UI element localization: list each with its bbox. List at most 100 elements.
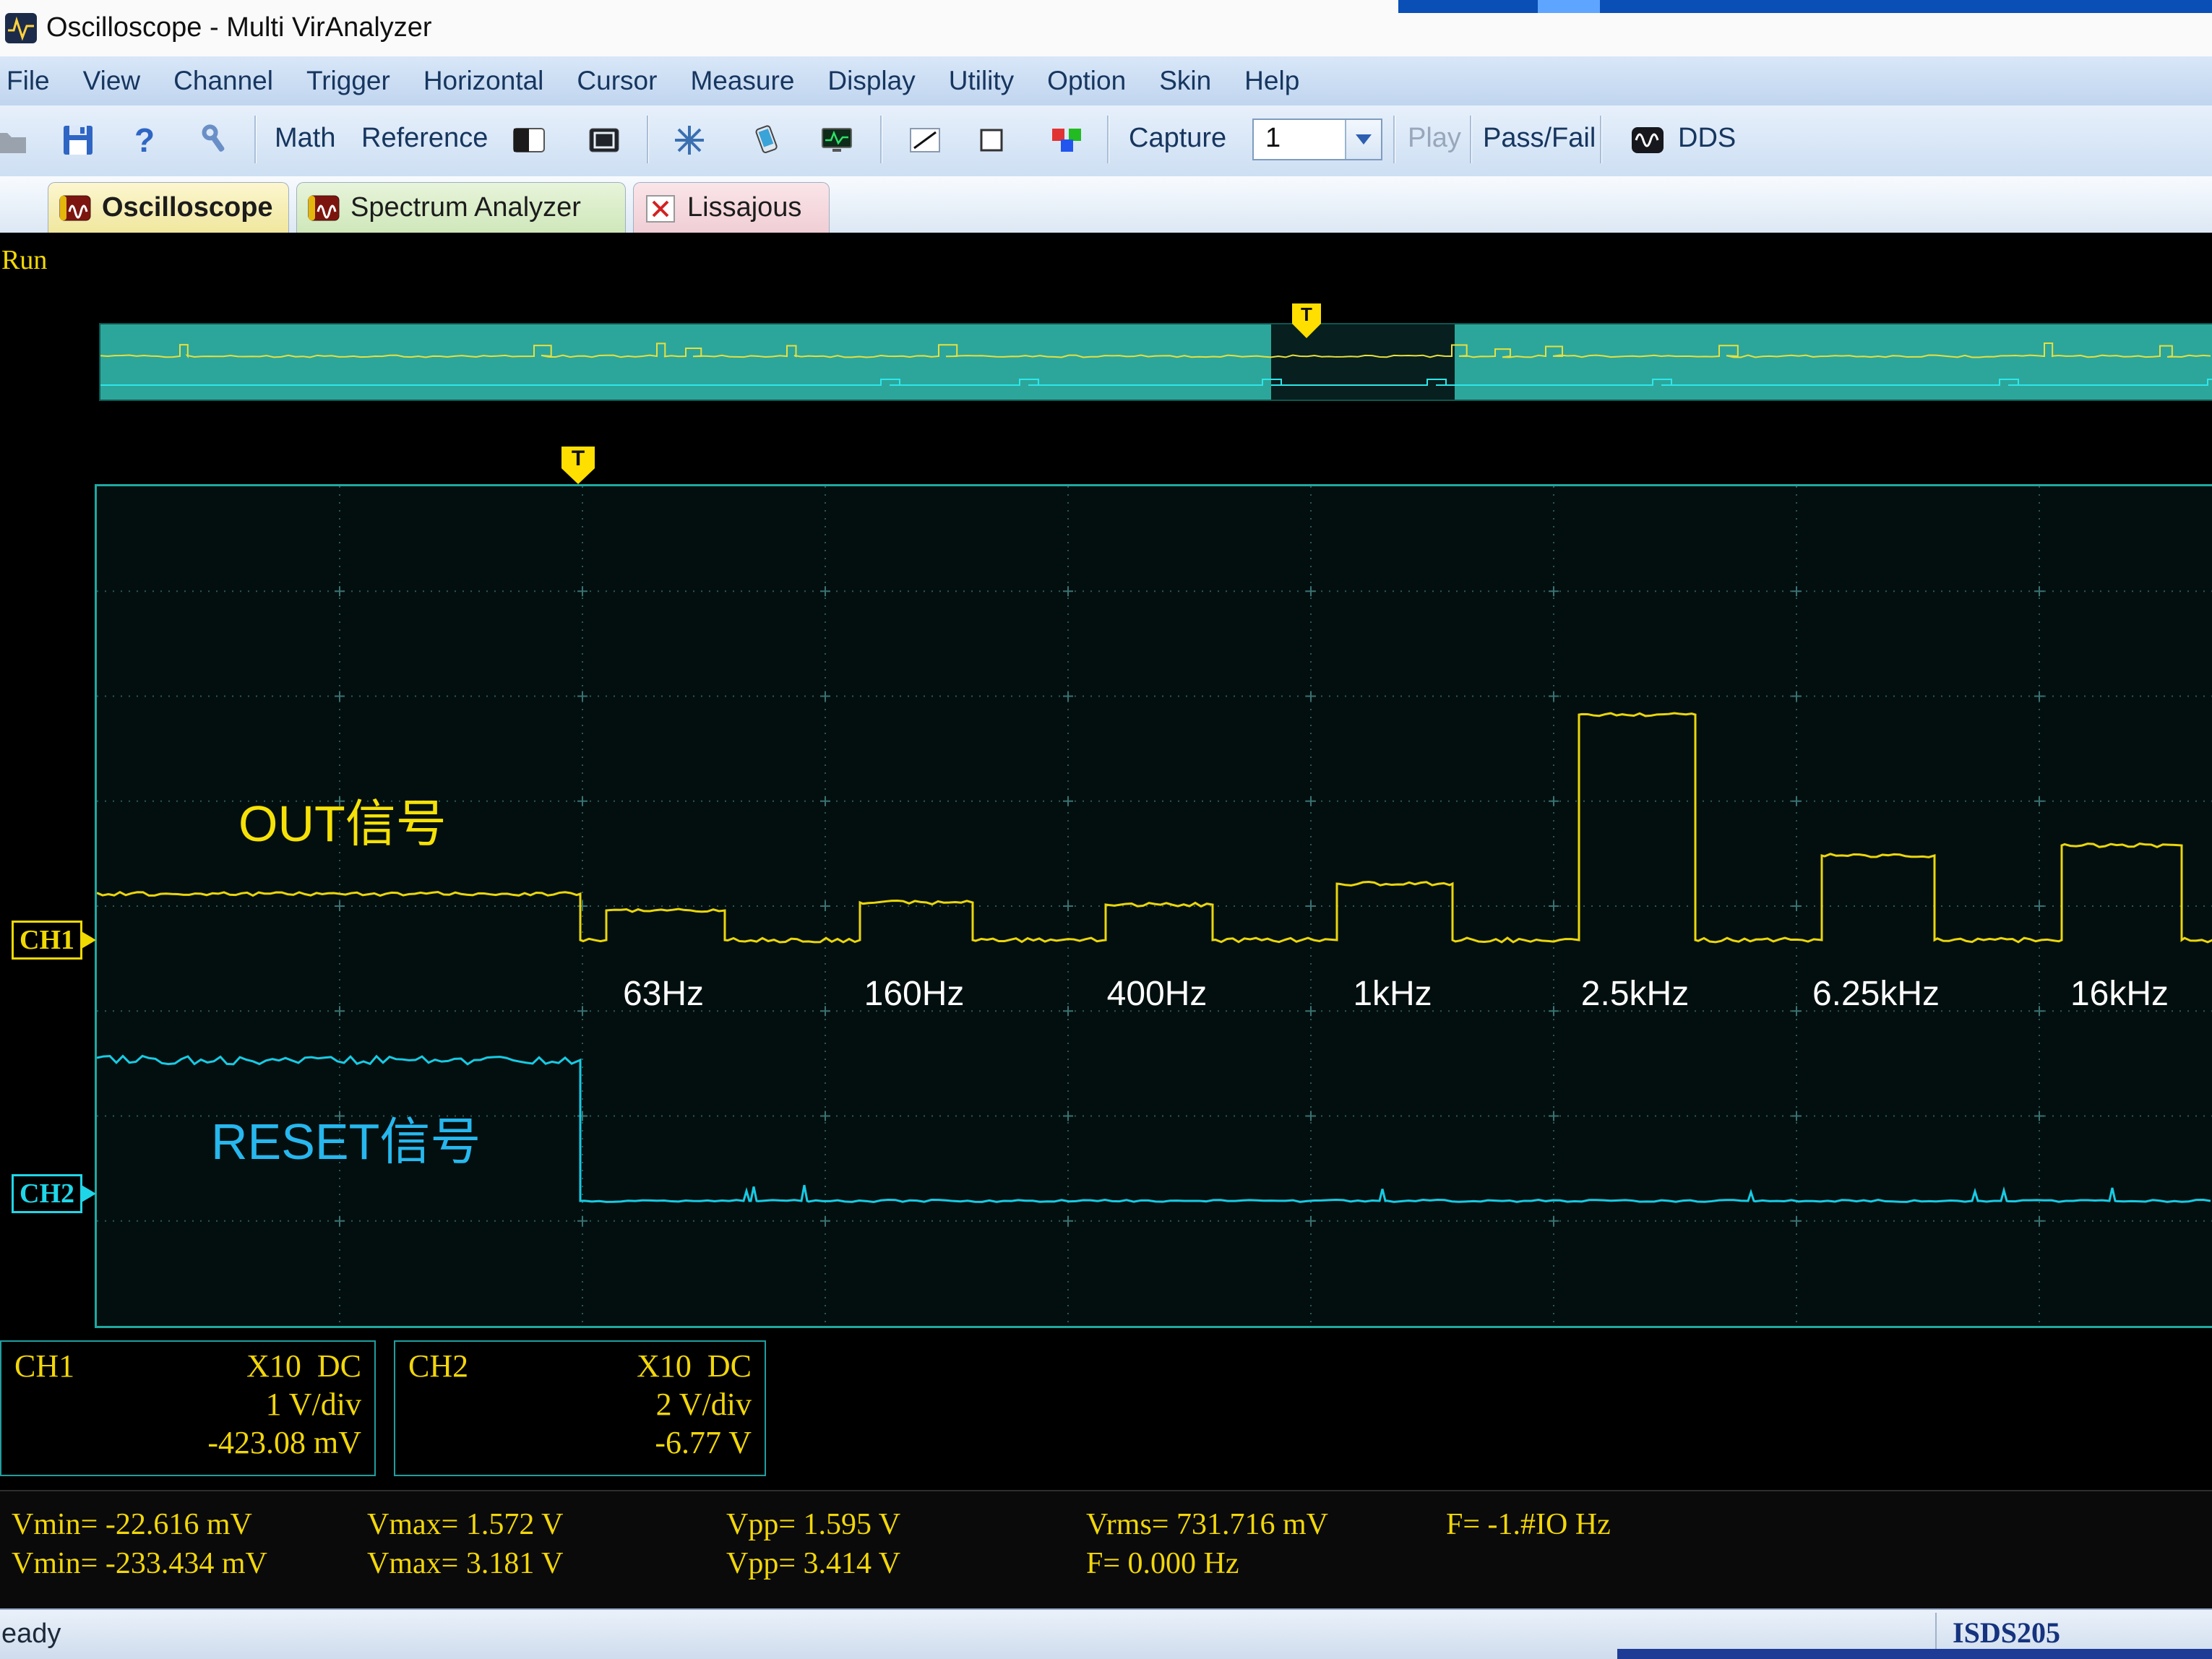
toolbar-separator (1107, 116, 1109, 163)
scope-grid-svg (97, 486, 2212, 1326)
meas-ch1-vmin: Vmin= -22.616 mV (12, 1507, 252, 1542)
menu-item-view[interactable]: View (66, 66, 158, 96)
tab-spectrum-analyzer[interactable]: Spectrum Analyzer (296, 182, 626, 233)
waveform-preview[interactable] (99, 323, 2212, 401)
menu-item-display[interactable]: Display (811, 66, 931, 96)
meas-ch1-vmax: Vmax= 1.572 V (367, 1507, 563, 1542)
toolbar-separator (1393, 116, 1395, 163)
toolbar-separator (1600, 116, 1601, 163)
save-button[interactable] (55, 117, 101, 163)
meas-ch1-vrms: Vrms= 731.716 mV (1086, 1507, 1328, 1542)
ch2-marker-label: CH2 (20, 1178, 74, 1210)
reset-signal-label: RESET信号 (211, 1101, 481, 1174)
open-folder-icon (0, 123, 29, 158)
toolbar-separator (1470, 116, 1471, 163)
app-window: Oscilloscope - Multi VirAnalyzer File Vi… (0, 0, 2212, 1659)
dds-icon (1630, 123, 1665, 158)
ch1-marker[interactable]: CH1 (12, 921, 82, 960)
out-signal-label: OUT信号 (238, 783, 447, 856)
diagonal-line-icon (908, 123, 942, 158)
freq-label-63hz: 63Hz (623, 974, 704, 1014)
ch1-probe: X10 DC (246, 1348, 361, 1384)
ch2-probe: X10 DC (637, 1348, 752, 1384)
open-button[interactable] (0, 117, 35, 163)
single-view-icon (587, 123, 621, 158)
chevron-down-icon (1356, 134, 1372, 145)
tab-label: Spectrum Analyzer (350, 192, 581, 223)
math-button[interactable]: Math (275, 123, 335, 154)
tab-oscilloscope[interactable]: Oscilloscope (48, 182, 289, 233)
settings-button[interactable] (192, 117, 238, 163)
run-status: Run (1, 244, 47, 276)
scope-display (95, 484, 2212, 1328)
display-mode-button[interactable] (814, 117, 860, 163)
meas-ch1-freq: F= -1.#IO Hz (1446, 1507, 1611, 1542)
background-window-strip-highlight (1538, 0, 1600, 13)
scope-main-area: Run T T CH1 CH2 OUT信号 RESET信号 63Hz 160Hz… (0, 233, 2212, 1608)
color-palette-icon (1049, 123, 1084, 158)
split-view-button[interactable] (506, 117, 552, 163)
menu-item-cursor[interactable]: Cursor (560, 66, 674, 96)
ch1-info-panel: CH1 X10 DC 1 V/div -423.08 mV (0, 1340, 376, 1476)
device-button[interactable] (743, 117, 789, 163)
meas-ch2-freq: F= 0.000 Hz (1086, 1546, 1239, 1581)
window-title: Oscilloscope - Multi VirAnalyzer (46, 12, 432, 43)
white-square-icon (974, 123, 1009, 158)
ch1-arrow-icon (80, 931, 96, 949)
split-view-icon (512, 123, 546, 158)
ch2-offset: -6.77 V (408, 1424, 752, 1461)
autoset-button[interactable] (666, 117, 713, 163)
menu-item-measure[interactable]: Measure (674, 66, 811, 96)
menu-item-trigger[interactable]: Trigger (290, 66, 407, 96)
ch1-offset: -423.08 mV (14, 1424, 361, 1461)
ch2-scale: 2 V/div (408, 1386, 752, 1423)
tab-bar: Oscilloscope Spectrum Analyzer Lissajous (0, 176, 2212, 233)
play-button[interactable]: Play (1408, 123, 1461, 154)
toolbar: ? Math Reference (0, 105, 2212, 177)
tab-lissajous[interactable]: Lissajous (633, 182, 830, 233)
wrench-icon (198, 123, 233, 158)
handheld-device-icon (749, 123, 783, 158)
freq-label-2-5khz: 2.5kHz (1581, 974, 1689, 1014)
meas-ch2-vpp: Vpp= 3.414 V (726, 1546, 900, 1581)
monitor-waveform-icon (819, 123, 854, 158)
dds-button[interactable] (1624, 117, 1671, 163)
toolbar-separator (647, 116, 648, 163)
dds-label[interactable]: DDS (1678, 123, 1736, 154)
interpolation-button[interactable] (902, 117, 948, 163)
background-window-strip (1398, 0, 2212, 13)
trigger-label: T (572, 447, 585, 484)
oscilloscope-tab-icon (59, 191, 92, 225)
capture-select-arrow[interactable] (1345, 120, 1381, 159)
menu-item-file[interactable]: File (0, 66, 66, 96)
status-device: ISDS205 (1953, 1616, 2060, 1650)
menu-item-channel[interactable]: Channel (157, 66, 290, 96)
tab-label: Oscilloscope (102, 192, 273, 223)
status-bar: eady ISDS205 (0, 1608, 2212, 1659)
reference-button[interactable]: Reference (361, 123, 488, 154)
help-button[interactable]: ? (121, 117, 168, 163)
menu-item-skin[interactable]: Skin (1142, 66, 1228, 96)
meas-ch1-vpp: Vpp= 1.595 V (726, 1507, 900, 1542)
toolbar-separator (254, 116, 256, 163)
capture-select[interactable]: 1 (1252, 118, 1382, 160)
meas-ch2-vmax: Vmax= 3.181 V (367, 1546, 563, 1581)
freq-label-160hz: 160Hz (864, 974, 965, 1014)
freq-label-1khz: 1kHz (1353, 974, 1432, 1014)
menu-item-utility[interactable]: Utility (932, 66, 1030, 96)
passfail-button[interactable]: Pass/Fail (1483, 123, 1596, 154)
trigger-label: T (1301, 303, 1312, 338)
single-view-button[interactable] (581, 117, 627, 163)
trigger-position-marker[interactable]: T (561, 447, 595, 484)
freq-label-16khz: 16kHz (2070, 974, 2169, 1014)
persistence-button[interactable] (968, 117, 1015, 163)
color-button[interactable] (1043, 117, 1090, 163)
menu-item-horizontal[interactable]: Horizontal (407, 66, 561, 96)
ch2-info-panel: CH2 X10 DC 2 V/div -6.77 V (394, 1340, 766, 1476)
menu-item-option[interactable]: Option (1030, 66, 1142, 96)
meas-ch2-vmin: Vmin= -233.434 mV (12, 1546, 267, 1581)
title-bar: Oscilloscope - Multi VirAnalyzer (0, 0, 2212, 57)
menu-bar: File View Channel Trigger Horizontal Cur… (0, 56, 2212, 105)
ch2-marker[interactable]: CH2 (12, 1174, 82, 1213)
menu-item-help[interactable]: Help (1228, 66, 1316, 96)
